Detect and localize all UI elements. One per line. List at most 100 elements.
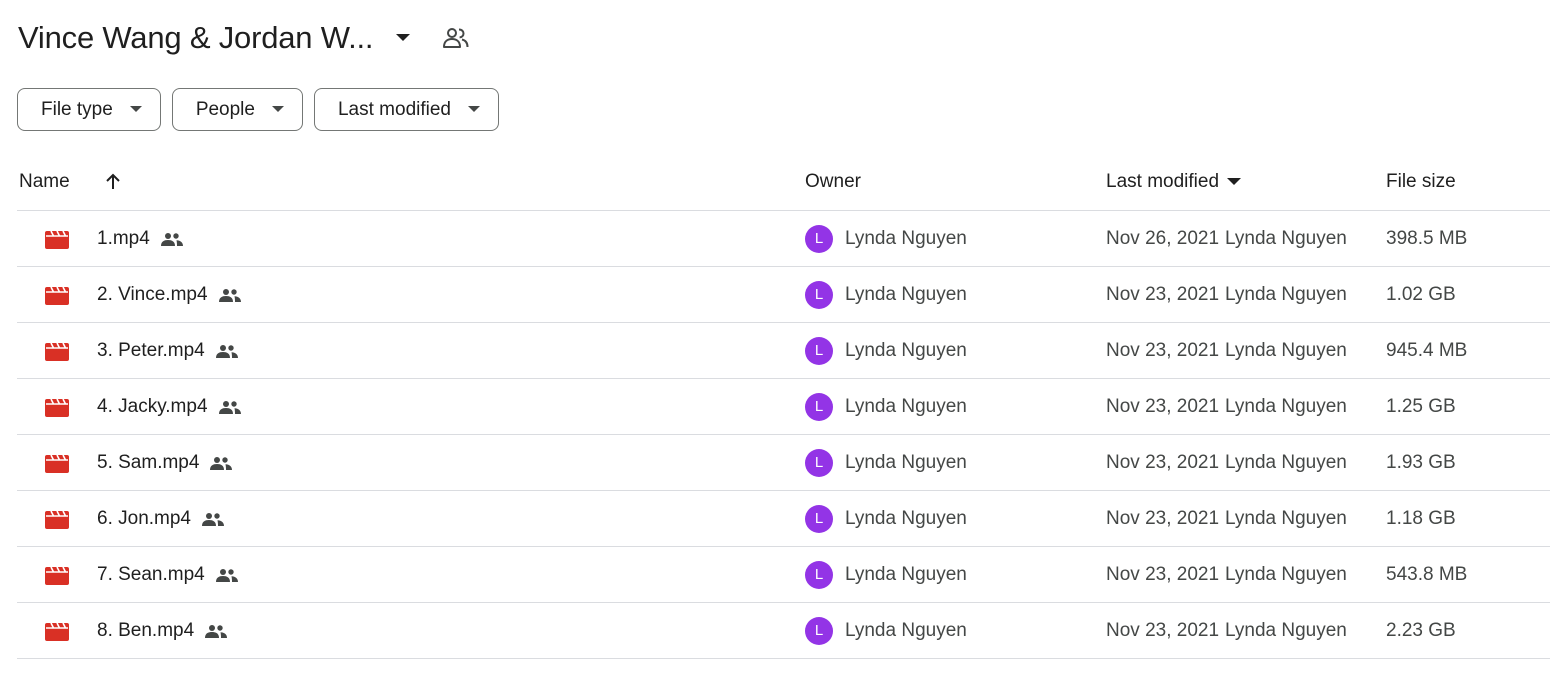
modified-date: Nov 23, 2021 [1106, 283, 1220, 305]
modified-by: Lynda Nguyen [1225, 227, 1347, 249]
file-name-cell: 2. Vince.mp4 [97, 267, 241, 322]
modified-by: Lynda Nguyen [1225, 563, 1347, 585]
last-modified-cell: Nov 23, 2021 Lynda Nguyen [1106, 379, 1347, 434]
modified-date: Nov 23, 2021 [1106, 507, 1220, 529]
modified-by: Lynda Nguyen [1225, 451, 1347, 473]
file-name-cell: 8. Ben.mp4 [97, 603, 228, 658]
file-size: 543.8 MB [1386, 563, 1468, 585]
modified-date: Nov 23, 2021 [1106, 451, 1220, 473]
modified-by: Lynda Nguyen [1225, 395, 1347, 417]
people-icon [160, 232, 183, 246]
modified-date: Nov 23, 2021 [1106, 339, 1220, 361]
owner-name: Lynda Nguyen [845, 227, 967, 249]
table-row[interactable]: 3. Peter.mp4 L Lynda Nguyen Nov 23, 2021 L… [17, 323, 1550, 379]
table-row[interactable]: 4. Jacky.mp4 L Lynda Nguyen Nov 23, 2021 L… [17, 379, 1550, 435]
file-name: 6. Jon.mp4 [97, 507, 191, 529]
file-name: 8. Ben.mp4 [97, 619, 195, 641]
file-name: 3. Peter.mp4 [97, 339, 205, 361]
column-header-name[interactable]: Name [19, 154, 70, 210]
video-file-icon [45, 547, 69, 602]
caret-down-icon [271, 106, 284, 113]
file-name: 2. Vince.mp4 [97, 283, 208, 305]
video-file-icon [45, 267, 69, 322]
file-size: 1.18 GB [1386, 507, 1456, 529]
table-row[interactable]: 2. Vince.mp4 L Lynda Nguyen Nov 23, 2021 L… [17, 267, 1550, 323]
video-file-icon [45, 379, 69, 434]
column-header-last-modified[interactable]: Last modified [1106, 154, 1242, 210]
file-name-cell: 3. Peter.mp4 [97, 323, 238, 378]
people-icon [218, 400, 241, 414]
people-outline-icon[interactable] [443, 27, 469, 49]
owner-name: Lynda Nguyen [845, 451, 967, 473]
filter-label: Last modified [337, 98, 451, 120]
caret-down-icon [468, 106, 480, 113]
last-modified-cell: Nov 23, 2021 Lynda Nguyen [1106, 267, 1347, 322]
file-name-cell: 7. Sean.mp4 [97, 547, 238, 602]
file-name: 1.mp4 [97, 227, 150, 249]
file-name-cell: 4. Jacky.mp4 [97, 379, 241, 434]
file-name-cell: 1.mp4 [97, 211, 183, 266]
caret-down-icon[interactable] [395, 33, 411, 43]
avatar[interactable]: L [805, 336, 833, 365]
avatar[interactable]: L [805, 504, 833, 533]
owner-name: Lynda Nguyen [845, 507, 967, 529]
owner-cell: L Lynda Nguyen [805, 491, 967, 546]
table-row[interactable]: 5. Sam.mp4 L Lynda Nguyen Nov 23, 2021 Lyn… [17, 435, 1550, 491]
video-file-icon [45, 211, 69, 266]
last-modified-cell: Nov 23, 2021 Lynda Nguyen [1106, 603, 1347, 658]
modified-by: Lynda Nguyen [1225, 283, 1347, 305]
modified-date: Nov 23, 2021 [1106, 563, 1220, 585]
file-type-filter[interactable]: File type [17, 88, 161, 131]
avatar[interactable]: L [805, 280, 833, 309]
people-icon [215, 568, 238, 582]
modified-by: Lynda Nguyen [1225, 507, 1347, 529]
filter-label: File type [41, 98, 113, 120]
last-modified-cell: Nov 23, 2021 Lynda Nguyen [1106, 323, 1347, 378]
modified-date: Nov 23, 2021 [1106, 619, 1220, 641]
column-header-owner[interactable]: Owner [805, 154, 861, 210]
avatar[interactable]: L [805, 448, 833, 477]
file-size: 1.25 GB [1386, 395, 1456, 417]
table-row[interactable]: 6. Jon.mp4 L Lynda Nguyen Nov 23, 2021 Lyn… [17, 491, 1550, 547]
last-modified-cell: Nov 23, 2021 Lynda Nguyen [1106, 491, 1347, 546]
file-name: 4. Jacky.mp4 [97, 395, 208, 417]
folder-title[interactable]: Vince Wang & Jordan W... [18, 20, 374, 56]
owner-cell: L Lynda Nguyen [805, 547, 967, 602]
owner-cell: L Lynda Nguyen [805, 211, 967, 266]
arrow-up-icon[interactable] [103, 154, 123, 210]
avatar[interactable]: L [805, 224, 833, 253]
people-filter[interactable]: People [171, 88, 303, 131]
modified-date: Nov 23, 2021 [1106, 395, 1220, 417]
video-file-icon [45, 323, 69, 378]
table-row[interactable]: 8. Ben.mp4 L Lynda Nguyen Nov 23, 2021 Lyn… [17, 603, 1550, 659]
owner-cell: L Lynda Nguyen [805, 379, 967, 434]
file-table-header: Name Owner Last modified File size [17, 154, 1550, 211]
avatar[interactable]: L [805, 560, 833, 589]
video-file-icon [45, 603, 69, 658]
owner-name: Lynda Nguyen [845, 395, 967, 417]
table-row[interactable]: 1.mp4 L Lynda Nguyen Nov 26, 2021 Lynda Ng… [17, 211, 1550, 267]
file-size: 1.93 GB [1386, 451, 1456, 473]
last-modified-filter[interactable]: Last modified [313, 88, 499, 131]
people-icon [215, 344, 238, 358]
owner-cell: L Lynda Nguyen [805, 603, 967, 658]
file-size: 945.4 MB [1386, 339, 1468, 361]
owner-name: Lynda Nguyen [845, 339, 967, 361]
filter-bar: File type People Last modified [17, 88, 499, 131]
avatar[interactable]: L [805, 616, 833, 645]
column-header-label: Last modified [1106, 171, 1220, 192]
table-row[interactable]: 7. Sean.mp4 L Lynda Nguyen Nov 23, 2021 Ly… [17, 547, 1550, 603]
caret-down-icon [129, 106, 142, 113]
folder-title-bar: Vince Wang & Jordan W... [18, 14, 469, 62]
file-name-cell: 6. Jon.mp4 [97, 491, 224, 546]
owner-name: Lynda Nguyen [845, 563, 967, 585]
file-size: 398.5 MB [1386, 227, 1468, 249]
avatar[interactable]: L [805, 392, 833, 421]
modified-by: Lynda Nguyen [1225, 339, 1347, 361]
file-size: 2.23 GB [1386, 619, 1456, 641]
file-size: 1.02 GB [1386, 283, 1456, 305]
last-modified-cell: Nov 23, 2021 Lynda Nguyen [1106, 547, 1347, 602]
column-header-file-size[interactable]: File size [1386, 154, 1456, 210]
people-icon [210, 456, 233, 470]
owner-cell: L Lynda Nguyen [805, 435, 967, 490]
